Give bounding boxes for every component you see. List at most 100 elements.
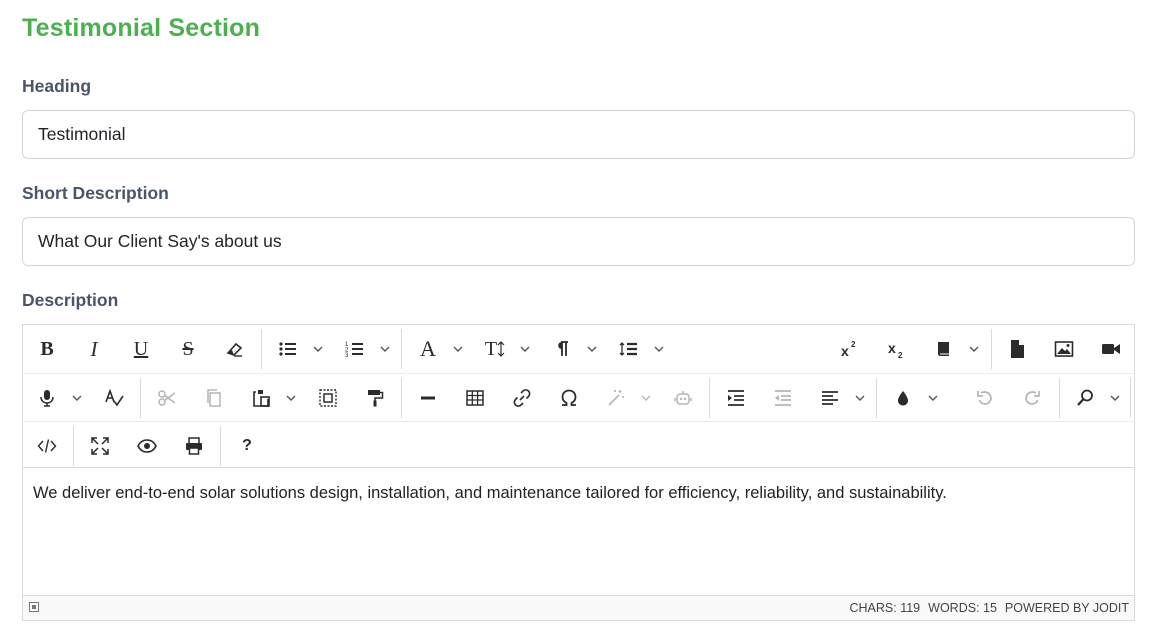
cut-button[interactable] — [151, 382, 183, 414]
copy-format-button[interactable] — [359, 382, 391, 414]
redo-icon — [1025, 391, 1040, 405]
indent-button[interactable] — [720, 382, 752, 414]
paste-button[interactable] — [245, 382, 277, 414]
find-button[interactable] — [1069, 382, 1101, 414]
font-dropdown[interactable] — [449, 333, 467, 365]
eye-icon — [137, 439, 157, 453]
short-description-input[interactable] — [22, 217, 1135, 266]
paragraph-button[interactable] — [546, 333, 578, 365]
chevron-down-icon — [654, 346, 664, 352]
microphone-icon — [40, 390, 54, 407]
paste-dropdown[interactable] — [282, 382, 300, 414]
horizontal-rule-icon — [421, 396, 435, 400]
book-icon — [938, 342, 949, 356]
clipboard-icon — [253, 390, 270, 407]
help-button[interactable]: ? — [231, 430, 263, 462]
color-drop-icon — [898, 391, 908, 406]
heading-label: Heading — [22, 76, 92, 96]
underline-icon: U — [133, 337, 149, 360]
toolbar-separator — [401, 329, 402, 369]
line-height-button[interactable] — [613, 333, 645, 365]
toolbar-separator — [709, 378, 710, 418]
superscript-icon: x2 — [841, 340, 856, 359]
toolbar-separator — [1130, 378, 1131, 418]
copy-button[interactable] — [198, 382, 230, 414]
redo-button[interactable] — [1016, 382, 1048, 414]
chevron-down-icon — [855, 395, 865, 401]
chevron-down-icon — [453, 346, 463, 352]
source-code-button[interactable] — [31, 430, 63, 462]
superscript-button[interactable]: x2 — [834, 333, 866, 365]
select-all-icon — [319, 389, 337, 407]
ai-assistant-button[interactable] — [600, 382, 632, 414]
horizontal-rule-button[interactable] — [412, 382, 444, 414]
line-height-dropdown[interactable] — [650, 333, 668, 365]
bullet-list-dropdown[interactable] — [309, 333, 327, 365]
eraser-icon — [226, 342, 243, 357]
paragraph-dropdown[interactable] — [583, 333, 601, 365]
classname-dropdown[interactable] — [965, 333, 983, 365]
speech-recognize-dropdown[interactable] — [68, 382, 86, 414]
powered-by-link[interactable]: Powered by Jodit — [1005, 601, 1129, 615]
section-title: Testimonial Section — [22, 14, 261, 42]
resize-handle-icon[interactable] — [29, 602, 39, 612]
font-size-icon: T — [484, 337, 498, 360]
fullscreen-button[interactable] — [84, 430, 116, 462]
align-dropdown[interactable] — [851, 382, 869, 414]
speech-recognize-button[interactable] — [31, 382, 63, 414]
numbered-list-button[interactable]: 123 — [339, 333, 371, 365]
file-icon — [1011, 340, 1024, 358]
font-button[interactable]: A — [412, 333, 444, 365]
image-icon — [1054, 341, 1074, 357]
ai-commands-button[interactable] — [667, 382, 699, 414]
brush-color-dropdown[interactable] — [924, 382, 942, 414]
font-size-dropdown[interactable] — [516, 333, 534, 365]
undo-button[interactable] — [969, 382, 1001, 414]
subscript-button[interactable]: x2 — [881, 333, 913, 365]
numbered-list-icon: 123 — [345, 342, 363, 359]
outdent-button[interactable] — [767, 382, 799, 414]
chevron-down-icon — [380, 346, 390, 352]
brush-color-button[interactable] — [887, 382, 919, 414]
underline-button[interactable]: U — [125, 333, 157, 365]
paint-roller-icon — [368, 390, 384, 407]
question-mark-icon: ? — [242, 437, 252, 454]
strikethrough-button[interactable]: S — [172, 333, 204, 365]
description-content[interactable]: We deliver end-to-end solar solutions de… — [23, 469, 1134, 595]
toolbar-separator — [401, 378, 402, 418]
italic-button[interactable]: I — [78, 333, 110, 365]
spellcheck-button[interactable] — [98, 382, 130, 414]
print-button[interactable] — [178, 430, 210, 462]
numbered-list-dropdown[interactable] — [376, 333, 394, 365]
chevron-down-icon — [641, 395, 651, 401]
link-button[interactable] — [506, 382, 538, 414]
code-icon — [37, 439, 57, 453]
preview-button[interactable] — [131, 430, 163, 462]
find-dropdown[interactable] — [1106, 382, 1124, 414]
bold-button[interactable]: B — [31, 333, 63, 365]
table-button[interactable] — [459, 382, 491, 414]
chevron-down-icon — [286, 395, 296, 401]
bullet-list-button[interactable] — [272, 333, 304, 365]
char-count: Chars: 119 — [849, 601, 921, 615]
svg-text:x: x — [888, 340, 896, 356]
select-all-button[interactable] — [312, 382, 344, 414]
chevron-down-icon — [928, 395, 938, 401]
search-icon — [1077, 389, 1093, 406]
toolbar-separator — [140, 378, 141, 418]
font-size-button[interactable]: T — [479, 333, 511, 365]
fullscreen-icon — [91, 437, 109, 455]
svg-text:3: 3 — [345, 353, 349, 359]
ai-assistant-dropdown[interactable] — [637, 382, 655, 414]
toolbar-separator — [1059, 378, 1060, 418]
eraser-button[interactable] — [219, 333, 251, 365]
classname-button[interactable] — [928, 333, 960, 365]
file-button[interactable] — [1001, 333, 1033, 365]
symbols-button[interactable] — [553, 382, 585, 414]
omega-icon — [561, 389, 577, 406]
image-button[interactable] — [1048, 333, 1080, 365]
heading-input[interactable] — [22, 110, 1135, 159]
toolbar-separator — [220, 426, 221, 466]
align-button[interactable] — [814, 382, 846, 414]
video-button[interactable] — [1095, 333, 1127, 365]
